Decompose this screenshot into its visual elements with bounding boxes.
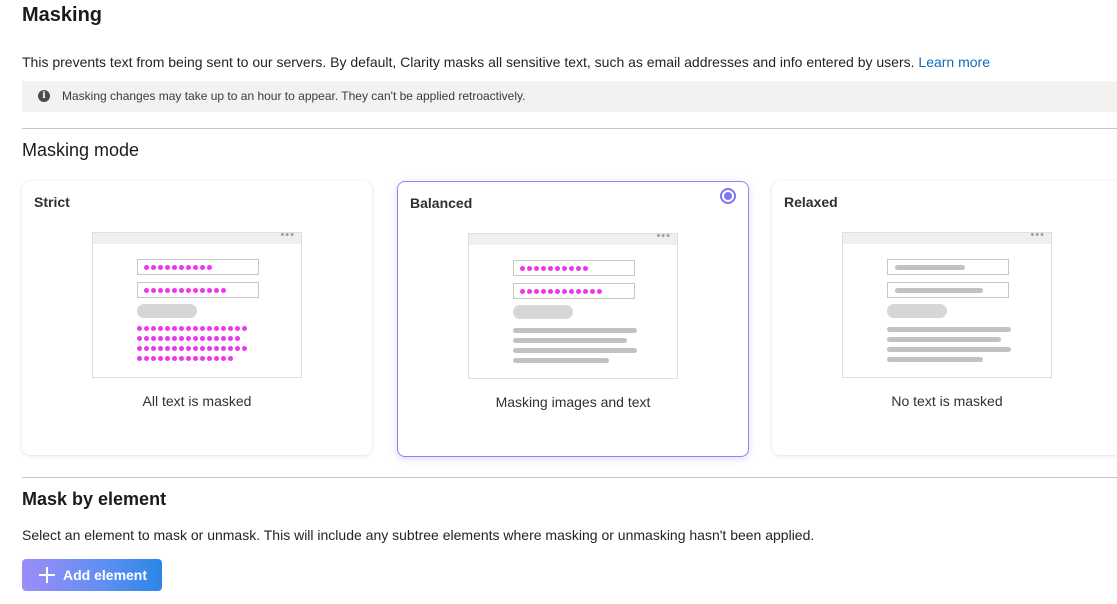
preview-field bbox=[137, 282, 259, 298]
mode-card-caption: Masking images and text bbox=[495, 394, 651, 410]
mode-card-title: Balanced bbox=[410, 195, 473, 211]
mode-card-strict[interactable]: Strict ••• All text is masked bbox=[22, 181, 372, 455]
divider bbox=[22, 128, 1117, 129]
preview-text-line bbox=[887, 337, 1001, 342]
masking-mode-heading: Masking mode bbox=[22, 140, 140, 160]
preview-field bbox=[513, 260, 635, 276]
preview-field bbox=[513, 283, 635, 299]
mode-card-relaxed[interactable]: Relaxed ••• No text is masked bbox=[772, 181, 1117, 455]
masked-dots bbox=[144, 288, 226, 294]
add-element-button[interactable]: Add element bbox=[22, 559, 162, 591]
preview-relaxed: ••• bbox=[842, 229, 1052, 378]
page-title: Masking bbox=[22, 4, 103, 26]
mode-card-caption: No text is masked bbox=[891, 393, 1003, 409]
more-dots-icon: ••• bbox=[1030, 229, 1045, 241]
preview-text-line bbox=[895, 265, 965, 270]
preview-text-line bbox=[895, 288, 983, 293]
mode-card-title: Strict bbox=[34, 194, 70, 210]
preview-field bbox=[137, 259, 259, 275]
learn-more-link[interactable]: Learn more bbox=[918, 54, 990, 70]
masked-dots bbox=[144, 265, 212, 271]
add-element-label: Add element bbox=[63, 567, 148, 583]
preview-text-line bbox=[513, 338, 627, 343]
preview-text-line bbox=[887, 347, 1011, 352]
preview-window-bar: ••• bbox=[469, 230, 677, 245]
mode-card-balanced[interactable]: Balanced ••• Masking images and text bbox=[397, 181, 749, 457]
preview-balanced: ••• bbox=[468, 230, 678, 379]
selected-radio-icon[interactable] bbox=[720, 188, 736, 204]
preview-window-bar: ••• bbox=[843, 229, 1051, 244]
preview-field bbox=[887, 259, 1009, 275]
preview-text-line bbox=[513, 358, 609, 363]
masked-dots bbox=[137, 356, 233, 362]
banner-text: Masking changes may take up to an hour t… bbox=[62, 89, 526, 103]
masking-description-text: This prevents text from being sent to ou… bbox=[22, 54, 915, 70]
preview-text-line bbox=[513, 328, 637, 333]
preview-button bbox=[887, 304, 947, 318]
masking-description: This prevents text from being sent to ou… bbox=[22, 54, 990, 70]
mode-card-title: Relaxed bbox=[784, 194, 838, 210]
preview-text-line bbox=[887, 327, 1011, 332]
preview-button bbox=[137, 304, 197, 318]
more-dots-icon: ••• bbox=[656, 230, 671, 242]
masked-dots bbox=[137, 346, 247, 352]
mask-by-element-description: Select an element to mask or unmask. Thi… bbox=[22, 527, 815, 543]
masking-settings-page: Masking This prevents text from being se… bbox=[0, 0, 1117, 604]
masked-dots bbox=[137, 336, 240, 342]
info-icon: i bbox=[38, 90, 50, 102]
masked-dots bbox=[520, 289, 602, 295]
masked-dots bbox=[137, 326, 247, 332]
preview-window-bar: ••• bbox=[93, 229, 301, 244]
preview-text-line bbox=[513, 348, 637, 353]
more-dots-icon: ••• bbox=[280, 229, 295, 241]
mode-card-caption: All text is masked bbox=[142, 393, 252, 409]
mask-by-element-heading: Mask by element bbox=[22, 489, 167, 509]
preview-field bbox=[887, 282, 1009, 298]
preview-text-line bbox=[887, 357, 983, 362]
info-banner: i Masking changes may take up to an hour… bbox=[22, 81, 1117, 112]
divider bbox=[22, 477, 1117, 478]
masked-dots bbox=[520, 266, 588, 272]
plus-icon bbox=[39, 567, 55, 583]
preview-strict: ••• bbox=[92, 229, 302, 378]
preview-button bbox=[513, 305, 573, 319]
